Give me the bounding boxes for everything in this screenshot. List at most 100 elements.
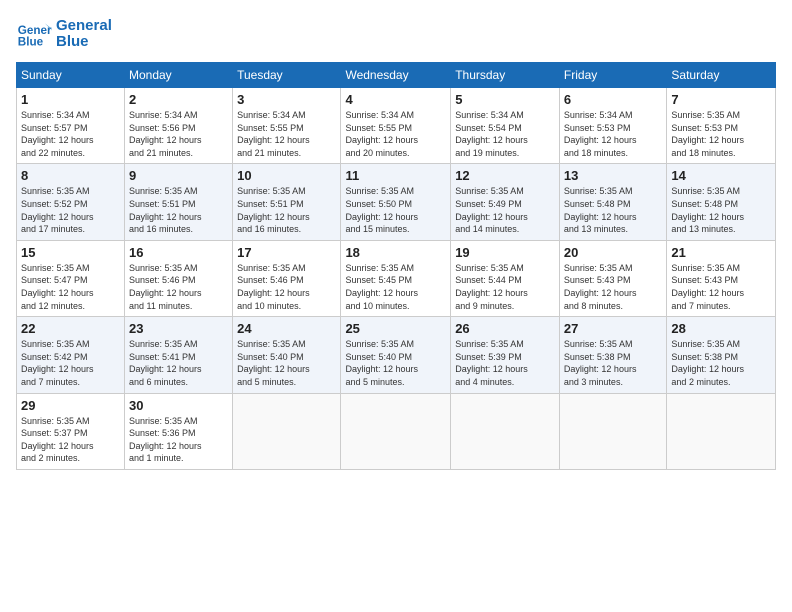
- day-info: Sunrise: 5:35 AM Sunset: 5:51 PM Dayligh…: [237, 185, 336, 235]
- day-number: 8: [21, 168, 120, 183]
- calendar-row-4: 22 Sunrise: 5:35 AM Sunset: 5:42 PM Dayli…: [17, 317, 776, 393]
- calendar-cell: 9 Sunrise: 5:35 AM Sunset: 5:51 PM Daylig…: [124, 164, 232, 240]
- day-info: Sunrise: 5:34 AM Sunset: 5:53 PM Dayligh…: [564, 109, 663, 159]
- calendar-cell: 6 Sunrise: 5:34 AM Sunset: 5:53 PM Daylig…: [559, 88, 667, 164]
- day-info: Sunrise: 5:35 AM Sunset: 5:47 PM Dayligh…: [21, 262, 120, 312]
- day-number: 14: [671, 168, 771, 183]
- logo-blue: Blue: [56, 34, 112, 51]
- day-number: 9: [129, 168, 228, 183]
- day-number: 30: [129, 398, 228, 413]
- day-number: 16: [129, 245, 228, 260]
- header: General Blue General Blue: [16, 16, 776, 52]
- calendar-cell: 1 Sunrise: 5:34 AM Sunset: 5:57 PM Daylig…: [17, 88, 125, 164]
- day-number: 26: [455, 321, 555, 336]
- day-info: Sunrise: 5:34 AM Sunset: 5:57 PM Dayligh…: [21, 109, 120, 159]
- day-info: Sunrise: 5:35 AM Sunset: 5:48 PM Dayligh…: [564, 185, 663, 235]
- calendar-cell: 19 Sunrise: 5:35 AM Sunset: 5:44 PM Dayli…: [451, 240, 560, 316]
- calendar-cell: [451, 393, 560, 469]
- calendar-cell: 23 Sunrise: 5:35 AM Sunset: 5:41 PM Dayli…: [124, 317, 232, 393]
- calendar-cell: 3 Sunrise: 5:34 AM Sunset: 5:55 PM Daylig…: [233, 88, 341, 164]
- calendar-cell: 30 Sunrise: 5:35 AM Sunset: 5:36 PM Dayli…: [124, 393, 232, 469]
- day-info: Sunrise: 5:35 AM Sunset: 5:52 PM Dayligh…: [21, 185, 120, 235]
- day-info: Sunrise: 5:35 AM Sunset: 5:49 PM Dayligh…: [455, 185, 555, 235]
- calendar-row-2: 8 Sunrise: 5:35 AM Sunset: 5:52 PM Daylig…: [17, 164, 776, 240]
- calendar-cell: 29 Sunrise: 5:35 AM Sunset: 5:37 PM Dayli…: [17, 393, 125, 469]
- calendar-cell: [667, 393, 776, 469]
- day-header-sunday: Sunday: [17, 63, 125, 88]
- calendar-cell: 13 Sunrise: 5:35 AM Sunset: 5:48 PM Dayli…: [559, 164, 667, 240]
- day-number: 23: [129, 321, 228, 336]
- day-number: 4: [345, 92, 446, 107]
- day-info: Sunrise: 5:35 AM Sunset: 5:53 PM Dayligh…: [671, 109, 771, 159]
- logo: General Blue General Blue: [16, 16, 112, 52]
- day-number: 18: [345, 245, 446, 260]
- day-number: 17: [237, 245, 336, 260]
- day-info: Sunrise: 5:35 AM Sunset: 5:41 PM Dayligh…: [129, 338, 228, 388]
- calendar-cell: 12 Sunrise: 5:35 AM Sunset: 5:49 PM Dayli…: [451, 164, 560, 240]
- day-info: Sunrise: 5:35 AM Sunset: 5:44 PM Dayligh…: [455, 262, 555, 312]
- calendar-cell: [341, 393, 451, 469]
- day-info: Sunrise: 5:34 AM Sunset: 5:55 PM Dayligh…: [237, 109, 336, 159]
- calendar-cell: 15 Sunrise: 5:35 AM Sunset: 5:47 PM Dayli…: [17, 240, 125, 316]
- day-number: 15: [21, 245, 120, 260]
- calendar-cell: 21 Sunrise: 5:35 AM Sunset: 5:43 PM Dayli…: [667, 240, 776, 316]
- day-info: Sunrise: 5:35 AM Sunset: 5:37 PM Dayligh…: [21, 415, 120, 465]
- day-number: 22: [21, 321, 120, 336]
- day-number: 28: [671, 321, 771, 336]
- calendar-cell: [559, 393, 667, 469]
- calendar-cell: [233, 393, 341, 469]
- calendar-cell: 18 Sunrise: 5:35 AM Sunset: 5:45 PM Dayli…: [341, 240, 451, 316]
- calendar-cell: 25 Sunrise: 5:35 AM Sunset: 5:40 PM Dayli…: [341, 317, 451, 393]
- svg-text:Blue: Blue: [18, 36, 44, 49]
- calendar-cell: 8 Sunrise: 5:35 AM Sunset: 5:52 PM Daylig…: [17, 164, 125, 240]
- calendar-cell: 5 Sunrise: 5:34 AM Sunset: 5:54 PM Daylig…: [451, 88, 560, 164]
- day-number: 3: [237, 92, 336, 107]
- day-number: 24: [237, 321, 336, 336]
- day-number: 7: [671, 92, 771, 107]
- day-number: 21: [671, 245, 771, 260]
- day-info: Sunrise: 5:35 AM Sunset: 5:38 PM Dayligh…: [564, 338, 663, 388]
- day-header-tuesday: Tuesday: [233, 63, 341, 88]
- calendar-cell: 16Sunrise: 5:35 AM Sunset: 5:46 PM Dayli…: [124, 240, 232, 316]
- day-number: 5: [455, 92, 555, 107]
- day-info: Sunrise: 5:35 AM Sunset: 5:48 PM Dayligh…: [671, 185, 771, 235]
- day-number: 2: [129, 92, 228, 107]
- day-number: 27: [564, 321, 663, 336]
- day-info: Sunrise: 5:35 AM Sunset: 5:50 PM Dayligh…: [345, 185, 446, 235]
- day-info: Sunrise: 5:35 AM Sunset: 5:42 PM Dayligh…: [21, 338, 120, 388]
- day-number: 1: [21, 92, 120, 107]
- calendar-row-3: 15 Sunrise: 5:35 AM Sunset: 5:47 PM Dayli…: [17, 240, 776, 316]
- calendar-cell: 14 Sunrise: 5:35 AM Sunset: 5:48 PM Dayli…: [667, 164, 776, 240]
- day-header-friday: Friday: [559, 63, 667, 88]
- day-info: Sunrise: 5:35 AM Sunset: 5:43 PM Dayligh…: [671, 262, 771, 312]
- day-number: 6: [564, 92, 663, 107]
- calendar-header-row: SundayMondayTuesdayWednesdayThursdayFrid…: [17, 63, 776, 88]
- calendar: SundayMondayTuesdayWednesdayThursdayFrid…: [16, 62, 776, 470]
- day-info: Sunrise: 5:35 AM Sunset: 5:36 PM Dayligh…: [129, 415, 228, 465]
- day-info: Sunrise: 5:34 AM Sunset: 5:54 PM Dayligh…: [455, 109, 555, 159]
- day-info: Sunrise: 5:35 AM Sunset: 5:40 PM Dayligh…: [345, 338, 446, 388]
- calendar-cell: 28Sunrise: 5:35 AM Sunset: 5:38 PM Dayli…: [667, 317, 776, 393]
- calendar-cell: 4Sunrise: 5:34 AM Sunset: 5:55 PM Daylig…: [341, 88, 451, 164]
- day-number: 19: [455, 245, 555, 260]
- logo-icon: General Blue: [16, 16, 52, 52]
- calendar-cell: 20Sunrise: 5:35 AM Sunset: 5:43 PM Dayli…: [559, 240, 667, 316]
- calendar-cell: 22 Sunrise: 5:35 AM Sunset: 5:42 PM Dayli…: [17, 317, 125, 393]
- calendar-cell: 10Sunrise: 5:35 AM Sunset: 5:51 PM Dayli…: [233, 164, 341, 240]
- day-number: 12: [455, 168, 555, 183]
- calendar-cell: 26 Sunrise: 5:35 AM Sunset: 5:39 PM Dayli…: [451, 317, 560, 393]
- day-info: Sunrise: 5:35 AM Sunset: 5:51 PM Dayligh…: [129, 185, 228, 235]
- day-info: Sunrise: 5:35 AM Sunset: 5:45 PM Dayligh…: [345, 262, 446, 312]
- day-header-saturday: Saturday: [667, 63, 776, 88]
- day-info: Sunrise: 5:35 AM Sunset: 5:39 PM Dayligh…: [455, 338, 555, 388]
- day-number: 29: [21, 398, 120, 413]
- calendar-cell: 27 Sunrise: 5:35 AM Sunset: 5:38 PM Dayli…: [559, 317, 667, 393]
- calendar-cell: 7 Sunrise: 5:35 AM Sunset: 5:53 PM Daylig…: [667, 88, 776, 164]
- calendar-row-1: 1 Sunrise: 5:34 AM Sunset: 5:57 PM Daylig…: [17, 88, 776, 164]
- day-header-monday: Monday: [124, 63, 232, 88]
- calendar-cell: 2Sunrise: 5:34 AM Sunset: 5:56 PM Daylig…: [124, 88, 232, 164]
- day-number: 25: [345, 321, 446, 336]
- calendar-cell: 17Sunrise: 5:35 AM Sunset: 5:46 PM Dayli…: [233, 240, 341, 316]
- day-number: 13: [564, 168, 663, 183]
- calendar-cell: 24Sunrise: 5:35 AM Sunset: 5:40 PM Dayli…: [233, 317, 341, 393]
